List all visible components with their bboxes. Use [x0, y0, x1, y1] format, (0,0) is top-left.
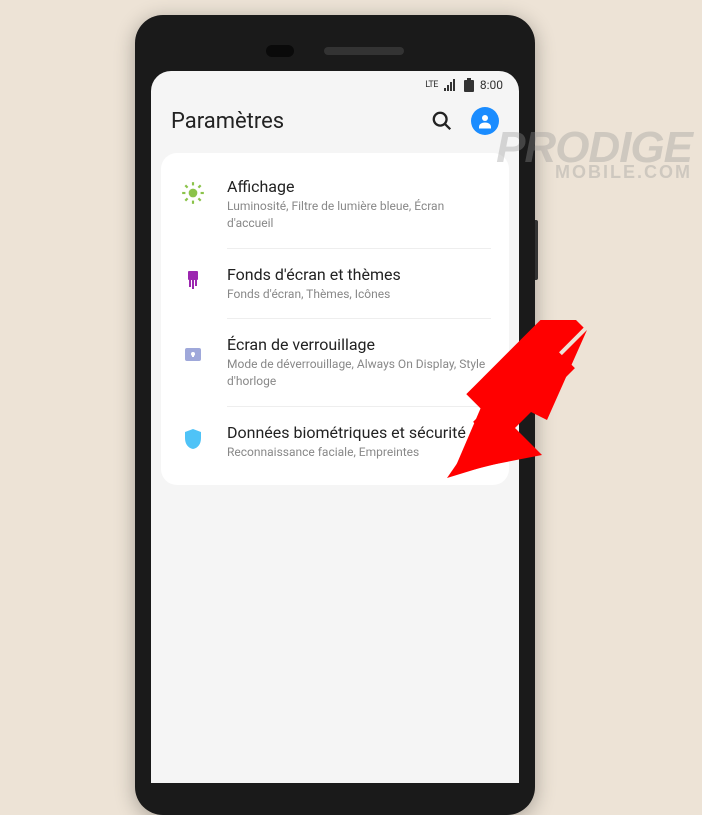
page-title: Paramètres: [171, 109, 284, 134]
item-subtitle: Fonds d'écran, Thèmes, Icônes: [227, 286, 491, 303]
item-title: Affichage: [227, 177, 491, 196]
network-indicator: LTE: [425, 80, 438, 90]
phone-power-button: [535, 220, 538, 280]
settings-item-display[interactable]: Affichage Luminosité, Filtre de lumière …: [161, 161, 509, 248]
item-title: Données biométriques et sécurité: [227, 423, 491, 442]
phone-sensor: [266, 45, 294, 57]
brush-icon: [181, 269, 205, 293]
item-subtitle: Luminosité, Filtre de lumière bleue, Écr…: [227, 198, 491, 232]
settings-list: Affichage Luminosité, Filtre de lumière …: [161, 153, 509, 485]
phone-frame: LTE 8:00 Paramètres: [135, 15, 535, 815]
item-title: Écran de verrouillage: [227, 335, 491, 354]
brightness-icon: [180, 180, 206, 206]
search-icon[interactable]: [431, 110, 453, 132]
settings-item-biometrics[interactable]: Données biométriques et sécurité Reconna…: [161, 407, 509, 477]
item-subtitle: Mode de déverrouillage, Always On Displa…: [227, 356, 491, 390]
battery-icon: [464, 78, 474, 92]
phone-speaker-area: [151, 31, 519, 71]
user-icon: [476, 112, 494, 130]
phone-screen: LTE 8:00 Paramètres: [151, 71, 519, 783]
avatar[interactable]: [471, 107, 499, 135]
item-title: Fonds d'écran et thèmes: [227, 265, 491, 284]
phone-speaker: [324, 47, 404, 55]
item-subtitle: Reconnaissance faciale, Empreintes: [227, 444, 491, 461]
signal-icon: [444, 79, 458, 91]
clock: 8:00: [480, 78, 503, 92]
settings-item-wallpaper[interactable]: Fonds d'écran et thèmes Fonds d'écran, T…: [161, 249, 509, 319]
shield-icon: [181, 427, 205, 451]
lock-icon: [181, 339, 205, 363]
settings-item-lockscreen[interactable]: Écran de verrouillage Mode de déverrouil…: [161, 319, 509, 406]
settings-header: Paramètres: [151, 99, 519, 153]
statusbar: LTE 8:00: [151, 71, 519, 99]
